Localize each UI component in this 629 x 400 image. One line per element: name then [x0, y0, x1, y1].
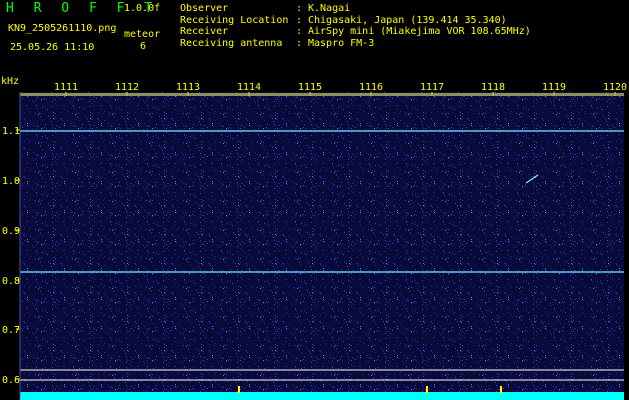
x-tick-label: 1112: [115, 82, 139, 93]
x-tick-label: 1111: [54, 82, 78, 93]
x-tick-label: 1119: [542, 82, 566, 93]
y-tick-label: 0.7: [2, 325, 20, 336]
baseline-marker: [500, 386, 502, 394]
x-tick-label: 1118: [481, 82, 505, 93]
baseline-band: [20, 392, 624, 400]
x-tick-label: 1116: [359, 82, 383, 93]
x-tick-label: 1120: [603, 82, 627, 93]
top-signal-band: [20, 93, 624, 96]
noise-texture: [20, 92, 624, 398]
x-tick-label: 1114: [237, 82, 261, 93]
y-tick-label: 0.8: [2, 276, 20, 287]
x-tick-label: 1117: [420, 82, 444, 93]
baseline-marker: [426, 386, 428, 394]
baseline-marker: [238, 386, 240, 394]
y-tick-label: 0.9: [2, 226, 20, 237]
x-tick-label: 1115: [298, 82, 322, 93]
x-tick-label: 1113: [176, 82, 200, 93]
spectrogram: 1111 1112 1113 1114 1115 1116 1117 1118 1119 1120…: [2, 82, 627, 400]
y-tick-label: 1.1: [2, 126, 20, 137]
y-tick-label: 0.6: [2, 375, 20, 386]
y-tick-label: 1.0: [2, 176, 20, 187]
